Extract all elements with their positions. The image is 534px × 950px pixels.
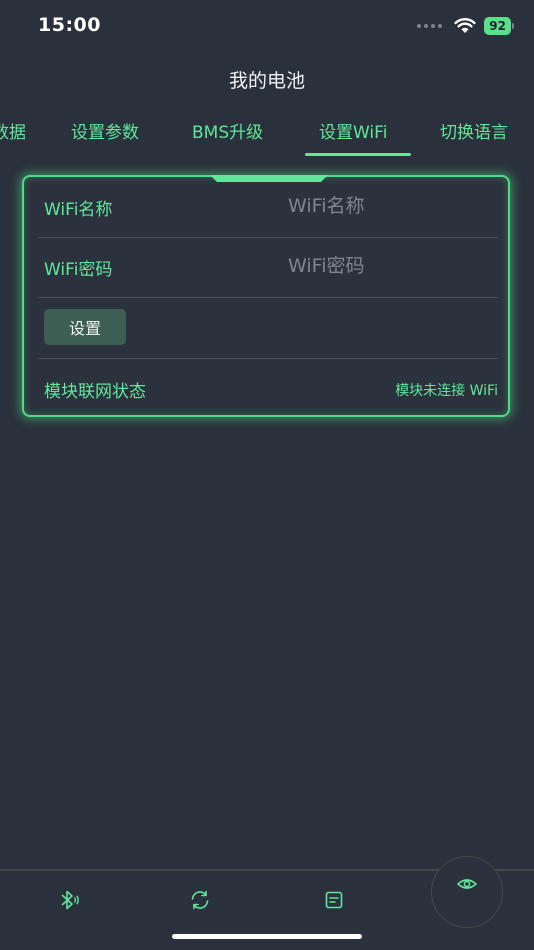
bluetooth-icon[interactable]	[55, 888, 79, 912]
set-wifi-button[interactable]: 设置	[44, 309, 126, 345]
active-tab-indicator	[305, 153, 411, 156]
tab-switch-language[interactable]: 切换语言	[440, 118, 508, 143]
eye-icon[interactable]	[455, 872, 479, 896]
battery-icon: 92	[484, 17, 514, 35]
network-status-row: 模块联网状态 模块未连接 WiFi	[38, 359, 498, 419]
home-indicator	[172, 934, 362, 939]
network-status-label: 模块联网状态	[44, 382, 146, 402]
wifi-name-row: WiFi名称	[38, 177, 498, 238]
network-status-value: 模块未连接 WiFi	[395, 383, 498, 399]
battery-level: 92	[484, 17, 511, 35]
status-icons: 92	[417, 17, 514, 35]
wifi-signal-icon	[454, 18, 476, 33]
set-button-row: 设置	[38, 298, 498, 359]
refresh-icon[interactable]	[188, 888, 212, 912]
tab-bar: 数据 设置参数 BMS升级 设置WiFi 切换语言	[0, 118, 534, 158]
wifi-name-label: WiFi名称	[44, 200, 113, 220]
wifi-password-row: WiFi密码	[38, 237, 498, 298]
wifi-password-input[interactable]	[288, 251, 488, 281]
wifi-password-label: WiFi密码	[44, 260, 113, 280]
tab-set-parameters[interactable]: 设置参数	[71, 118, 139, 143]
document-icon[interactable]	[322, 888, 346, 912]
wifi-settings-card: WiFi名称 WiFi密码 设置 模块联网状态 模块未连接 WiFi	[22, 175, 510, 417]
cellular-signal-icon	[417, 24, 443, 28]
tab-set-wifi[interactable]: 设置WiFi	[319, 118, 387, 143]
tab-bms-upgrade[interactable]: BMS升级	[192, 118, 263, 143]
page-title: 我的电池	[228, 70, 305, 92]
status-time: 15:00	[38, 14, 101, 36]
tab-data[interactable]: 数据	[0, 118, 26, 143]
wifi-name-input[interactable]	[288, 191, 488, 221]
